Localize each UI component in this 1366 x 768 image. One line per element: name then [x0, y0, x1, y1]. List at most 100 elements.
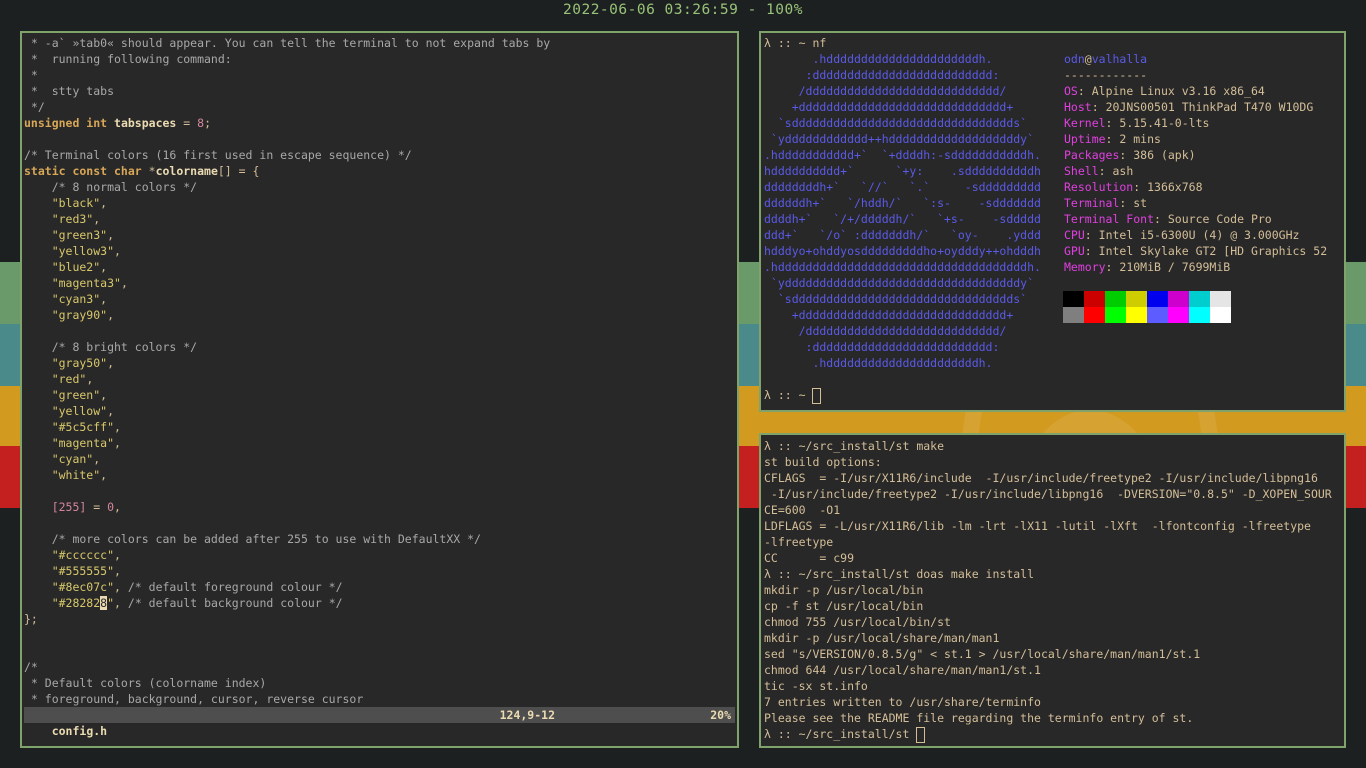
code-line: * foreground, background, cursor, revers… — [24, 692, 364, 706]
info-label: Terminal Font — [1064, 212, 1155, 226]
code-line: "blue2", — [24, 260, 108, 274]
system-info: odn@valhalla ------------ OS: Alpine Lin… — [1063, 51, 1327, 275]
terminal-output-line: λ :: ~/src_install/st doas make install — [764, 567, 1035, 581]
code-line: /* Terminal colors (16 first used in esc… — [24, 148, 412, 162]
code-line: /* 8 bright colors */ — [24, 340, 198, 354]
ascii-logo-line: `sdddddddddddddddddddddddddddddddds` — [764, 292, 1028, 306]
terminal-output-line: CC = c99 — [764, 551, 855, 565]
code-line: /* 8 normal colors */ — [24, 180, 198, 194]
info-label: Packages — [1064, 148, 1120, 162]
info-value: 210MiB / 7699MiB — [1119, 260, 1231, 274]
code-line: "#8ec07c", /* default foreground colour … — [24, 580, 343, 594]
ascii-logo-line: :dddddddddddddddddddddddddd: — [764, 340, 1000, 354]
info-label: CPU — [1064, 228, 1085, 242]
code-line: "gray50", — [24, 356, 115, 370]
vim-editor-window[interactable]: * -a` »tab0« should appear. You can tell… — [20, 31, 739, 748]
info-line: Memory: 210MiB / 7699MiB — [1064, 260, 1231, 274]
code-line: "cyan", — [24, 452, 101, 466]
ascii-logo-line: +dddddddddddddddddddddddddddddd+ — [764, 308, 1014, 322]
username: odn — [1064, 52, 1085, 66]
terminal-input-line[interactable]: λ :: ~/src_install/st — [763, 726, 926, 743]
code-line: "white", — [24, 468, 108, 482]
ascii-logo-line: ddddh+` `/+/dddddh/` `+s- -sddddd — [764, 212, 1041, 226]
ascii-logo-line: hdddddddddd+` `+y: .sddddddddddh — [764, 164, 1041, 178]
info-line: Kernel: 5.15.41-0-lts — [1064, 116, 1210, 130]
code-line: * -a` »tab0« should appear. You can tell… — [24, 36, 551, 50]
editor-buffer[interactable]: * -a` »tab0« should appear. You can tell… — [22, 35, 737, 707]
ascii-logo-line: .hddddddddddd+` `+ddddh:-sdddddddddddh. — [764, 148, 1041, 162]
neofetch-terminal-window[interactable]: λ :: ~ nf .hddddddddddddddddddddddh. :dd… — [759, 31, 1346, 412]
code-line: * stty tabs — [24, 84, 115, 98]
info-label: Kernel — [1064, 116, 1106, 130]
code-line: "black", — [24, 196, 108, 210]
status-bar-datetime: 2022-06-06 03:26:59 - 100% — [563, 2, 803, 18]
code-line: }; — [24, 612, 38, 626]
build-terminal-window[interactable]: λ :: ~/src_install/st makest build optio… — [759, 433, 1346, 748]
code-line: /* more colors can be added after 255 to… — [24, 532, 481, 546]
info-value: 5.15.41-0-lts — [1119, 116, 1210, 130]
ascii-logo-line: /dddddddddddddddddddddddddddd/ — [764, 324, 1007, 338]
color-swatch — [1210, 291, 1231, 307]
color-swatch — [1063, 307, 1084, 323]
code-line: "yellow3", — [24, 244, 121, 258]
info-line: Resolution: 1366x768 — [1064, 180, 1203, 194]
terminal-output-line: LDFLAGS = -L/usr/X11R6/lib -lm -lrt -lX1… — [764, 519, 1311, 533]
code-line: * — [24, 68, 38, 82]
terminal-output-line: CFLAGS = -I/usr/X11R6/include -I/usr/inc… — [764, 471, 1318, 485]
code-line: "green3", — [24, 228, 115, 242]
code-line: "magenta3", — [24, 276, 128, 290]
code-line: * Default colors (colorname index) — [24, 676, 267, 690]
color-swatch — [1084, 307, 1105, 323]
ascii-logo-line: .hddddddddddddddddddddddh. — [764, 356, 993, 370]
info-label: OS — [1064, 84, 1078, 98]
terminal-input-line[interactable]: λ :: ~ — [763, 387, 822, 404]
info-separator: ------------ — [1064, 68, 1148, 82]
ascii-logo-line: /dddddddddddddddddddddddddddd/ — [764, 84, 1007, 98]
code-line: "red", — [24, 372, 94, 386]
color-swatch — [1147, 291, 1168, 307]
ascii-logo-line: `yddddddddddddddddddddddddddddddddddy` — [764, 276, 1035, 290]
info-value: Source Code Pro — [1167, 212, 1272, 226]
color-palette — [1063, 291, 1231, 323]
code-line: static const char *colorname[] = { — [24, 164, 260, 178]
info-value: Alpine Linux v3.16 x86_64 — [1091, 84, 1265, 98]
info-value: Intel Skylake GT2 [HD Graphics 52 — [1098, 244, 1328, 258]
terminal-cursor — [812, 387, 822, 404]
hostname: valhalla — [1091, 52, 1148, 66]
info-line: Host: 20JNS00501 ThinkPad T470 W10DG — [1064, 100, 1314, 114]
color-swatch — [1126, 291, 1147, 307]
ascii-logo-line: `sdddddddddddddddddddddddddddddddds` — [764, 116, 1028, 130]
code-line: "cyan3", — [24, 292, 108, 306]
vim-statusline: config.h 124,9-12 20% — [24, 707, 735, 738]
terminal-output-line: Please see the README file regarding the… — [764, 711, 1194, 725]
terminal-output-line: sed "s/VERSION/0.8.5/g" < st.1 > /usr/lo… — [764, 647, 1201, 661]
terminal-output-line: st build options: — [764, 455, 882, 469]
ascii-logo-line: `ydddddddddddd++hdddddddddddddddddddy` — [764, 132, 1035, 146]
terminal-output-line: -I/usr/include/freetype2 -I/usr/include/… — [764, 487, 1332, 501]
alpine-ascii-logo: .hddddddddddddddddddddddh. :dddddddddddd… — [763, 51, 1041, 371]
statusline-filename: config.h — [51, 724, 108, 738]
code-line: * running following command: — [24, 52, 232, 66]
code-line: "yellow", — [24, 404, 115, 418]
ascii-logo-line: .hddddddddddddddddddddddh. — [764, 52, 993, 66]
info-value: 2 mins — [1119, 132, 1161, 146]
ascii-logo-line: ddddddh+` `/hddh/` `:s- -sddddddd — [764, 196, 1041, 210]
code-line: */ — [24, 100, 45, 114]
code-line: "magenta", — [24, 436, 121, 450]
info-value: Intel i5-6300U (4) @ 3.000GHz — [1098, 228, 1300, 242]
code-line: "green", — [24, 388, 108, 402]
info-label: Resolution — [1064, 180, 1134, 194]
terminal-output-line: λ :: ~/src_install/st make — [764, 439, 945, 453]
info-line: Terminal Font: Source Code Pro — [1064, 212, 1272, 226]
code-line: "#282828", /* default background colour … — [24, 596, 343, 610]
info-label: Host — [1064, 100, 1092, 114]
color-swatch — [1168, 291, 1189, 307]
ascii-logo-line: ddddddddh+` `//` `.` -sddddddddd — [764, 180, 1041, 194]
info-value: 20JNS00501 ThinkPad T470 W10DG — [1105, 100, 1314, 114]
terminal-output-line: mkdir -p /usr/local/bin — [764, 583, 924, 597]
